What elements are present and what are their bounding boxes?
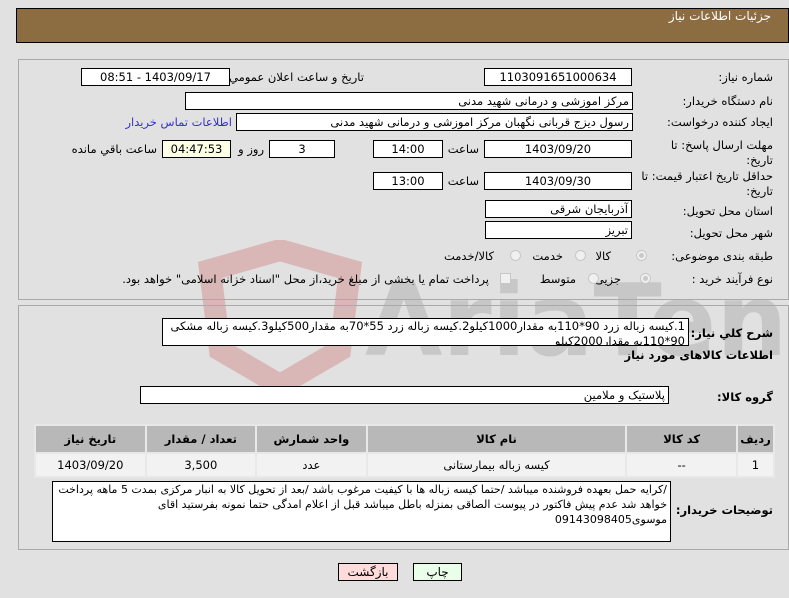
col-code: کد کالا — [625, 424, 738, 454]
buyer-org-field: مرکز اموزشی و درمانی شهید مدنی — [185, 92, 633, 110]
announce-datetime-field: 1403/09/17 - 08:51 — [81, 68, 230, 86]
category-option-service: خدمت — [532, 249, 563, 263]
purchase-option-medium: متوسط — [539, 272, 576, 286]
category-radio-service[interactable] — [575, 250, 586, 261]
delivery-province-label: استان محل تحویل: — [682, 204, 773, 218]
buyer-org-label: نام دستگاه خریدار: — [682, 94, 773, 108]
description-label: شرح کلي نياز: — [690, 326, 773, 340]
purchase-radio-medium[interactable] — [588, 273, 599, 284]
cell-quantity: 3,500 — [144, 452, 258, 478]
category-option-goods: کالا — [595, 249, 611, 263]
response-deadline-time: 14:00 — [373, 140, 443, 158]
col-row: ردیف — [735, 424, 776, 454]
delivery-city-label: شهر محل تحویل: — [689, 226, 773, 240]
buyer-notes-field: /کرایه حمل بعهده فروشنده میباشد /حتما کی… — [52, 481, 671, 542]
goods-section-title: اطلاعات کالاهای مورد نیاز — [624, 348, 773, 362]
col-unit: واحد شمارش — [255, 424, 368, 454]
delivery-province-field: آذربایجان شرقی — [485, 200, 632, 218]
category-radio-goods-service[interactable] — [510, 250, 521, 261]
remaining-days-field: 3 — [269, 140, 335, 158]
items-table-header: ردیف کد کالا نام کالا واحد شمارش تعداد /… — [34, 424, 776, 454]
table-row: 1 -- کیسه زباله بیمارستانی عدد 3,500 140… — [34, 452, 776, 478]
price-validity-date: 1403/09/30 — [484, 172, 632, 190]
col-quantity: تعداد / مقدار — [144, 424, 258, 454]
delivery-city-field: تبریز — [485, 221, 632, 239]
cell-code: -- — [625, 452, 738, 478]
cell-unit: عدد — [255, 452, 368, 478]
requester-field: رسول دیزج قربانی نگهبان مرکز اموزشی و در… — [236, 113, 633, 131]
purchase-radio-minor[interactable] — [640, 273, 651, 284]
price-validity-time: 13:00 — [373, 172, 443, 190]
days-label: روز و — [238, 142, 264, 156]
category-radio-goods[interactable] — [636, 250, 647, 261]
treasury-checkbox[interactable] — [500, 273, 511, 284]
treasury-checkbox-label: پرداخت تمام یا بخشی از مبلغ خرید،از محل … — [122, 272, 489, 286]
description-field: 1.کیسه زباله زرد 90*110به مقدار1000کیلو2… — [162, 318, 689, 346]
page-title: جزئیات اطلاعات نیاز — [668, 9, 771, 23]
requester-label: ایجاد کننده درخواست: — [667, 115, 773, 129]
announce-datetime-label: تاريخ و ساعت اعلان عمومي: — [225, 70, 364, 84]
price-validity-time-label: ساعت — [447, 174, 479, 188]
response-deadline-date: 1403/09/20 — [484, 140, 632, 158]
buyer-notes-label: توضیحات خریدار: — [675, 503, 773, 517]
buyer-contact-link[interactable]: اطلاعات تماس خریدار — [125, 115, 232, 129]
price-validity-label: حداقل تاریخ اعتبار قیمت: تا تاریخ: — [641, 169, 773, 198]
category-label: طبقه بندی موضوعی: — [671, 249, 773, 263]
category-option-goods-service: کالا/خدمت — [443, 249, 494, 263]
goods-group-label: گروه کالا: — [717, 390, 773, 404]
cell-name: کیسه زباله بیمارستانی — [365, 452, 628, 478]
response-deadline-label: مهلت ارسال پاسخ: تا تاریخ: — [670, 138, 773, 167]
cell-need-date: 1403/09/20 — [34, 452, 147, 478]
remaining-time-label: ساعت باقي مانده — [71, 142, 157, 156]
col-name: نام کالا — [365, 424, 628, 454]
goods-group-field: پلاستیک و ملامین — [140, 386, 669, 404]
remaining-time-field: 04:47:53 — [162, 140, 231, 158]
cell-row: 1 — [735, 452, 776, 478]
col-need-date: تاریخ نیاز — [34, 424, 147, 454]
response-time-label: ساعت — [447, 142, 479, 156]
back-button[interactable]: بازگشت — [338, 563, 398, 581]
need-number-label: شماره نیاز: — [718, 70, 773, 84]
items-table: ردیف کد کالا نام کالا واحد شمارش تعداد /… — [34, 424, 776, 478]
purchase-type-label: نوع فرآیند خرید : — [691, 272, 773, 286]
print-button[interactable]: چاپ — [413, 563, 462, 581]
need-number-field: 1103091651000634 — [484, 68, 632, 86]
